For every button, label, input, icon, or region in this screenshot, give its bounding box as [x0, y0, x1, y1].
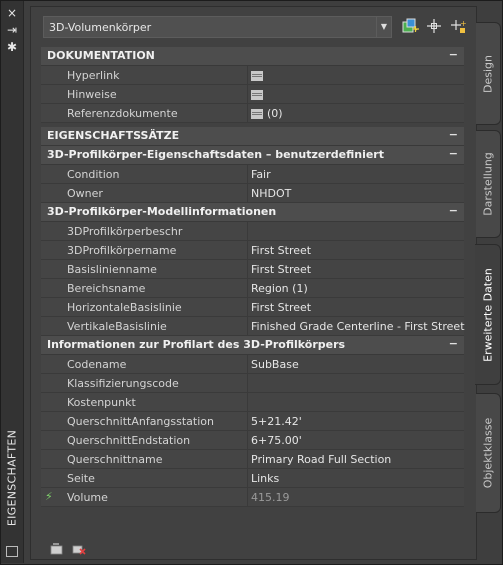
collapse-icon[interactable]: − — [449, 128, 458, 141]
property-value: Primary Road Full Section — [251, 453, 392, 466]
property-row[interactable]: Seite Links — [41, 469, 464, 488]
tab-design[interactable]: Design — [476, 22, 501, 125]
section-profil-eigenschaftsdaten[interactable]: 3D-Profilkörper-Eigenschaftsdaten – benu… — [41, 146, 464, 165]
property-row[interactable]: Codename SubBase — [41, 355, 464, 374]
property-value: First Street — [251, 301, 312, 314]
property-value-readonly: 415.19 — [251, 491, 290, 504]
tab-label: Objektklasse — [481, 417, 495, 489]
property-key: Kostenpunkt — [67, 396, 136, 409]
property-row[interactable]: 3DProfilkörperbeschr — [41, 222, 464, 241]
quick-select-icon[interactable] — [401, 17, 419, 35]
property-value: Region (1) — [251, 282, 308, 295]
property-value: First Street — [251, 244, 312, 257]
palette-title-strip: × ⇥ ✱ EIGENSCHAFTEN — [1, 1, 24, 563]
section-profilart-informationen[interactable]: Informationen zur Profilart des 3D-Profi… — [41, 336, 464, 355]
property-row[interactable]: Querschnittname Primary Road Full Sectio… — [41, 450, 464, 469]
property-key: VertikaleBasislinie — [67, 320, 167, 333]
section-title: 3D-Profilkörper-Modellinformationen — [47, 205, 277, 218]
property-key: Hinweise — [67, 88, 117, 101]
property-key: Condition — [67, 168, 120, 181]
property-key: Klassifizierungscode — [67, 377, 179, 390]
property-row[interactable]: HorizontaleBasislinie First Street — [41, 298, 464, 317]
property-row[interactable]: QuerschnittEndstation 6+75.00' — [41, 431, 464, 450]
section-title: 3D-Profilkörper-Eigenschaftsdaten – benu… — [47, 148, 384, 161]
property-value: 6+75.00' — [251, 434, 302, 447]
property-grid: DOKUMENTATION − Hyperlink Hinweise Refer… — [41, 47, 465, 507]
property-row[interactable]: Hyperlink — [41, 66, 464, 85]
tab-erweiterte-daten[interactable]: Erweiterte Daten — [475, 244, 501, 385]
property-row[interactable]: VertikaleBasislinie Finished Grade Cente… — [41, 317, 465, 336]
settings-icon[interactable]: ✱ — [5, 40, 19, 54]
palette-icon — [6, 546, 18, 557]
palette-title: EIGENSCHAFTEN — [3, 413, 21, 543]
object-type-select[interactable]: 3D-Volumenkörper ▼ — [43, 16, 392, 38]
detach-icon[interactable] — [72, 543, 86, 555]
property-key: QuerschnittEndstation — [67, 434, 191, 447]
tab-objektklasse[interactable]: Objektklasse — [476, 393, 501, 513]
section-title: Informationen zur Profilart des 3D-Profi… — [47, 338, 346, 351]
collapse-icon[interactable]: − — [449, 337, 458, 350]
collapse-icon[interactable]: − — [449, 147, 458, 160]
property-key: 3DProfilkörpername — [67, 244, 177, 257]
property-row[interactable]: QuerschnittAnfangsstation 5+21.42' — [41, 412, 464, 431]
autohide-icon[interactable]: ⇥ — [5, 23, 19, 37]
property-row[interactable]: Referenzdokumente (0) — [41, 104, 464, 123]
pickadd-icon[interactable]: + — [449, 17, 467, 35]
list-icon[interactable] — [251, 90, 263, 100]
property-value: Fair — [251, 168, 271, 181]
property-value: Links — [251, 472, 280, 485]
property-key: Owner — [67, 187, 103, 200]
collapse-icon[interactable]: − — [449, 204, 458, 217]
object-type-value: 3D-Volumenkörper — [49, 21, 152, 34]
property-key: Basislinienname — [67, 263, 157, 276]
property-key: Querschnittname — [67, 453, 163, 466]
property-key: Codename — [67, 358, 127, 371]
property-key: HorizontaleBasislinie — [67, 301, 182, 314]
section-modellinformationen[interactable]: 3D-Profilkörper-Modellinformationen − — [41, 203, 464, 222]
property-value: NHDOT — [251, 187, 292, 200]
property-value: Finished Grade Centerline - First Street — [251, 320, 465, 333]
property-value: 5+21.42' — [251, 415, 302, 428]
section-dokumentation[interactable]: DOKUMENTATION − — [41, 47, 464, 66]
property-value: (0) — [267, 107, 283, 120]
property-key: Bereichsname — [67, 282, 146, 295]
properties-panel: 3D-Volumenkörper ▼ + DOKUMENTATION − Hyp… — [30, 6, 477, 560]
tab-label: Design — [481, 54, 495, 93]
palette-title-text: EIGENSCHAFTEN — [5, 429, 19, 527]
section-title: DOKUMENTATION — [47, 49, 155, 62]
attach-icon[interactable] — [50, 543, 64, 555]
property-key: Referenzdokumente — [67, 107, 178, 120]
palette-tabs: Design Darstellung Erweiterte Daten Obje… — [475, 0, 502, 565]
select-objects-icon[interactable] — [425, 17, 443, 35]
property-row[interactable]: Hinweise — [41, 85, 464, 104]
property-row[interactable]: Owner NHDOT — [41, 184, 464, 203]
property-value: First Street — [251, 263, 312, 276]
property-key: Hyperlink — [67, 69, 120, 82]
property-key: Volume — [67, 491, 108, 504]
section-eigenschaftssaetze[interactable]: EIGENSCHAFTSSÄTZE − — [41, 127, 464, 146]
property-row[interactable]: Klassifizierungscode — [41, 374, 464, 393]
tab-label: Erweiterte Daten — [481, 267, 494, 362]
property-row-volume[interactable]: ⚡ Volume 415.19 — [41, 488, 464, 507]
tab-label: Darstellung — [481, 152, 495, 216]
property-row[interactable]: Basislinienname First Street — [41, 260, 464, 279]
property-value: SubBase — [251, 358, 299, 371]
property-row[interactable]: Bereichsname Region (1) — [41, 279, 464, 298]
property-key: Seite — [67, 472, 95, 485]
lightning-icon: ⚡ — [45, 490, 53, 503]
svg-text:+: + — [460, 19, 467, 28]
chevron-down-icon[interactable]: ▼ — [376, 17, 391, 37]
list-icon[interactable] — [251, 109, 263, 119]
property-row[interactable]: Kostenpunkt — [41, 393, 464, 412]
close-icon[interactable]: × — [5, 6, 19, 20]
property-row[interactable]: Condition Fair — [41, 165, 464, 184]
tab-darstellung[interactable]: Darstellung — [476, 130, 501, 238]
property-key: QuerschnittAnfangsstation — [67, 415, 214, 428]
property-row[interactable]: 3DProfilkörpername First Street — [41, 241, 464, 260]
section-title: EIGENSCHAFTSSÄTZE — [47, 129, 180, 142]
list-icon[interactable] — [251, 71, 263, 81]
collapse-icon[interactable]: − — [449, 48, 458, 61]
property-key: 3DProfilkörperbeschr — [67, 225, 183, 238]
